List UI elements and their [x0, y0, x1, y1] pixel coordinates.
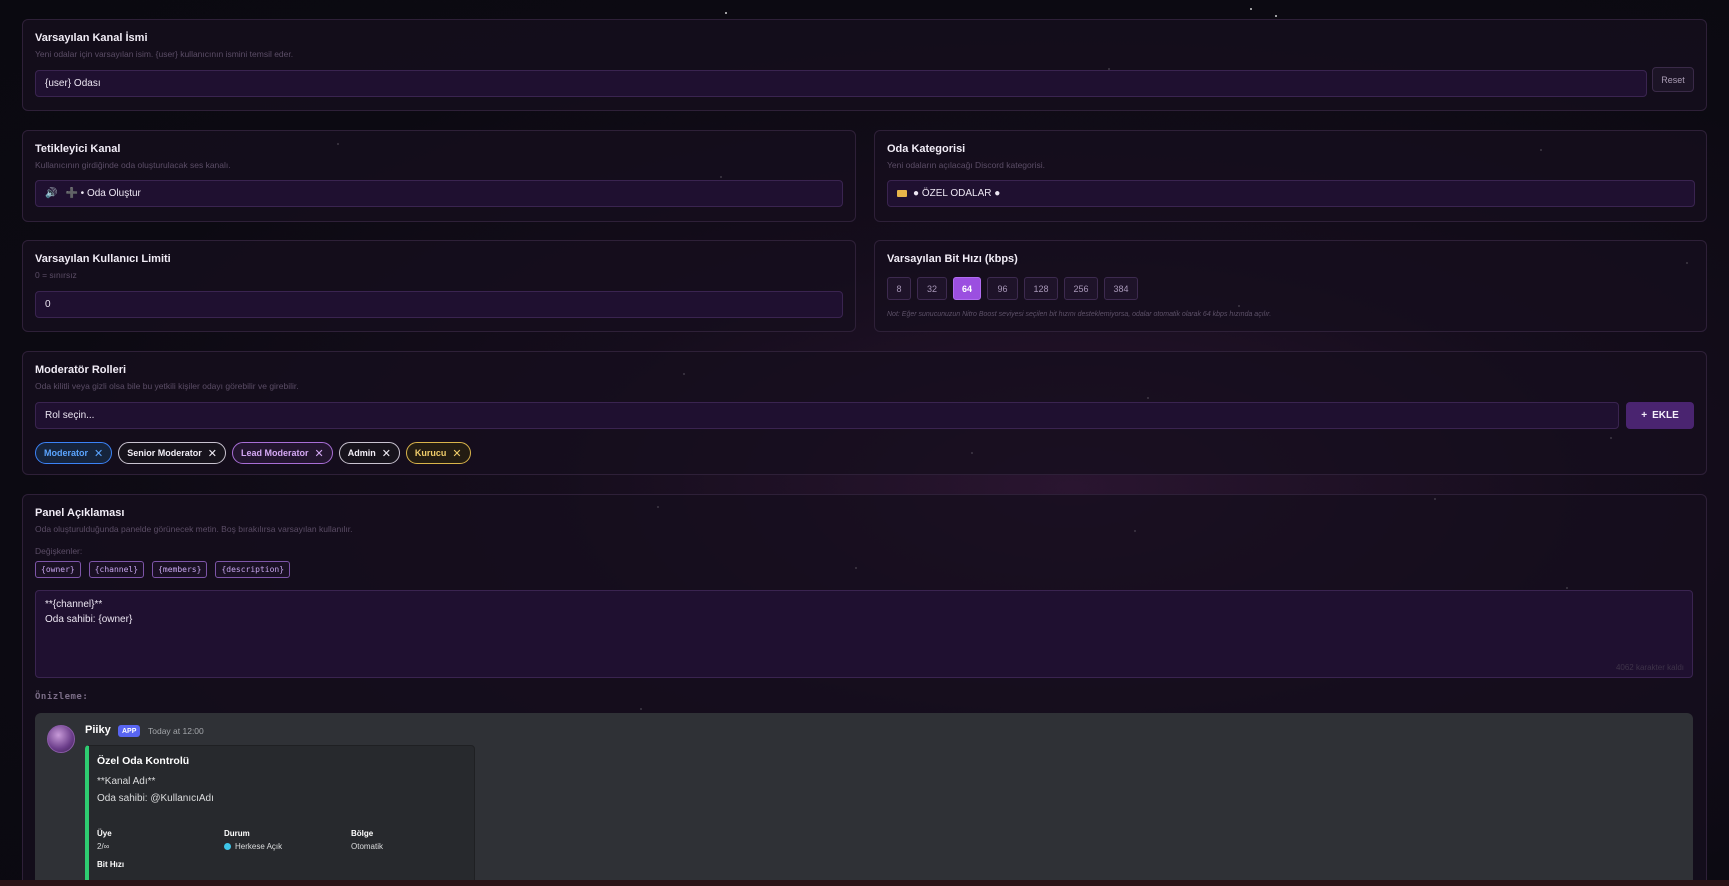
moderator-roles-description: Oda kilitli veya gizli olsa bile bu yetk… — [35, 381, 299, 391]
embed-field-region: Bölge Otomatik — [351, 829, 383, 851]
default-channel-name-description: Yeni odalar için varsayılan isim. {user}… — [35, 49, 294, 59]
field-name: Üye — [97, 829, 112, 838]
variable-description[interactable]: {description} — [215, 561, 291, 578]
moderator-roles-title: Moderatör Rolleri — [35, 364, 127, 376]
role-select[interactable]: Rol seçin... — [35, 402, 1619, 429]
default-channel-name-input[interactable]: {user} Odası — [35, 70, 1647, 97]
embed-field-bitrate: Bit Hızı — [97, 860, 125, 869]
panel-description-card: Panel Açıklaması Oda oluşturulduğunda pa… — [22, 494, 1707, 886]
app-badge: APP — [118, 725, 141, 737]
embed-title: Özel Oda Kontrolü — [97, 755, 190, 767]
bitrate-option-32[interactable]: 32 — [917, 277, 947, 300]
bitrate-options: 8 32 64 96 128 256 384 — [887, 277, 1138, 300]
role-tag-label: Senior Moderator — [127, 448, 202, 458]
folder-icon — [897, 190, 907, 197]
bitrate-option-8[interactable]: 8 — [887, 277, 911, 300]
trigger-channel-card: Tetikleyici Kanal Kullanıcının girdiğind… — [22, 130, 856, 222]
moderator-roles-card: Moderatör Rolleri Oda kilitli veya gizli… — [22, 351, 1707, 475]
remove-role-icon[interactable]: ✕ — [94, 447, 103, 460]
role-tag-label: Admin — [347, 448, 376, 458]
room-category-select[interactable]: ● ÖZEL ODALAR ● — [887, 180, 1695, 207]
embed-field-status: Durum Herkese Açık — [224, 829, 282, 851]
role-tag: Lead Moderator ✕ — [231, 442, 333, 464]
field-value: Herkese Açık — [235, 842, 283, 851]
role-tag: Moderator ✕ — [35, 442, 113, 464]
remove-role-icon[interactable]: ✕ — [208, 447, 217, 460]
field-value: 2/∞ — [97, 842, 110, 851]
embed-description: **Kanal Adı** Oda sahibi: @KullanıcıAdı — [97, 773, 214, 807]
textarea-line-2: Oda sahibi: {owner} — [45, 614, 133, 625]
default-channel-name-title: Varsayılan Kanal İsmi — [35, 32, 148, 44]
add-role-button[interactable]: + EKLE — [1626, 402, 1694, 429]
bitrate-note: Not: Eğer sunucunuzun Nitro Boost seviye… — [887, 311, 1272, 318]
preview-label: Önizleme: — [35, 692, 89, 702]
variables-label: Değişkenler: — [35, 546, 83, 556]
discord-preview: Piiky APP Today at 12:00 Özel Oda Kontro… — [35, 713, 1693, 886]
variables-list: {owner} {channel} {members} {description… — [35, 561, 291, 578]
bot-avatar — [47, 725, 75, 753]
embed: Özel Oda Kontrolü **Kanal Adı** Oda sahi… — [85, 745, 475, 886]
room-category-value: ● ÖZEL ODALAR ● — [913, 188, 1001, 199]
variable-members[interactable]: {members} — [152, 561, 208, 578]
trigger-channel-title: Tetikleyici Kanal — [35, 143, 121, 155]
speaker-icon: 🔊 — [45, 188, 58, 199]
field-value: Otomatik — [351, 842, 384, 851]
bitrate-option-384[interactable]: 384 — [1104, 277, 1138, 300]
remove-role-icon[interactable]: ✕ — [382, 447, 391, 460]
field-name: Durum — [224, 829, 250, 838]
remove-role-icon[interactable]: ✕ — [314, 447, 323, 460]
user-limit-card: Varsayılan Kullanıcı Limiti 0 = sınırsız… — [22, 240, 856, 332]
default-channel-name-card: Varsayılan Kanal İsmi Yeni odalar için v… — [22, 19, 1707, 111]
variable-owner[interactable]: {owner} — [35, 561, 81, 578]
plus-icon: + — [1641, 410, 1648, 421]
textarea-line-1: **{channel}** — [45, 599, 103, 610]
role-tag-label: Lead Moderator — [240, 448, 309, 458]
bitrate-option-96[interactable]: 96 — [987, 277, 1018, 300]
embed-line-2: Oda sahibi: @KullanıcıAdı — [97, 793, 214, 804]
room-category-card: Oda Kategorisi Yeni odaların açılacağı D… — [874, 130, 1707, 222]
trigger-channel-select[interactable]: 🔊 ➕ • Oda Oluştur — [35, 180, 843, 207]
trigger-channel-description: Kullanıcının girdiğinde oda oluşturulaca… — [35, 160, 231, 170]
role-tag: Kurucu ✕ — [405, 442, 471, 464]
role-tags: Moderator ✕ Senior Moderator ✕ Lead Moderato… — [35, 442, 471, 464]
role-tag-label: Kurucu — [414, 448, 447, 458]
panel-description-title: Panel Açıklaması — [35, 507, 125, 519]
role-tag: Admin ✕ — [338, 442, 400, 464]
user-limit-input[interactable]: 0 — [35, 291, 843, 318]
bitrate-option-128[interactable]: 128 — [1024, 277, 1058, 300]
bitrate-option-256[interactable]: 256 — [1064, 277, 1098, 300]
embed-field-members: Üye 2/∞ — [97, 829, 112, 851]
variable-channel[interactable]: {channel} — [88, 561, 145, 578]
bitrate-card: Varsayılan Bit Hızı (kbps) 8 32 64 96 12… — [874, 240, 1707, 332]
user-limit-description: 0 = sınırsız — [35, 270, 77, 280]
bot-name: Piiky — [85, 724, 111, 736]
bitrate-title: Varsayılan Bit Hızı (kbps) — [887, 253, 1018, 265]
embed-line-1: **Kanal Adı** — [97, 776, 156, 787]
remove-role-icon[interactable]: ✕ — [452, 447, 461, 460]
bottom-strip — [0, 880, 1729, 886]
bitrate-option-64[interactable]: 64 — [953, 277, 981, 300]
status-dot-icon — [224, 843, 231, 850]
reset-button[interactable]: Reset — [1652, 67, 1694, 92]
role-tag: Senior Moderator ✕ — [118, 442, 226, 464]
char-count: 4062 karakter kaldı — [1615, 663, 1684, 672]
trigger-channel-value: ➕ • Oda Oluştur — [65, 188, 141, 199]
room-category-description: Yeni odaların açılacağı Discord kategori… — [887, 160, 1045, 170]
panel-description-textarea[interactable]: **{channel}** Oda sahibi: {owner} 4062 k… — [35, 590, 1693, 678]
room-category-title: Oda Kategorisi — [887, 143, 966, 155]
field-value-row: Herkese Açık — [224, 842, 282, 851]
role-tag-label: Moderator — [44, 448, 89, 458]
message-time: Today at 12:00 — [148, 726, 204, 736]
panel-description-description: Oda oluşturulduğunda panelde görünecek m… — [35, 524, 353, 534]
add-role-label: EKLE — [1652, 410, 1679, 421]
field-name: Bölge — [351, 829, 374, 838]
user-limit-title: Varsayılan Kullanıcı Limiti — [35, 253, 171, 265]
